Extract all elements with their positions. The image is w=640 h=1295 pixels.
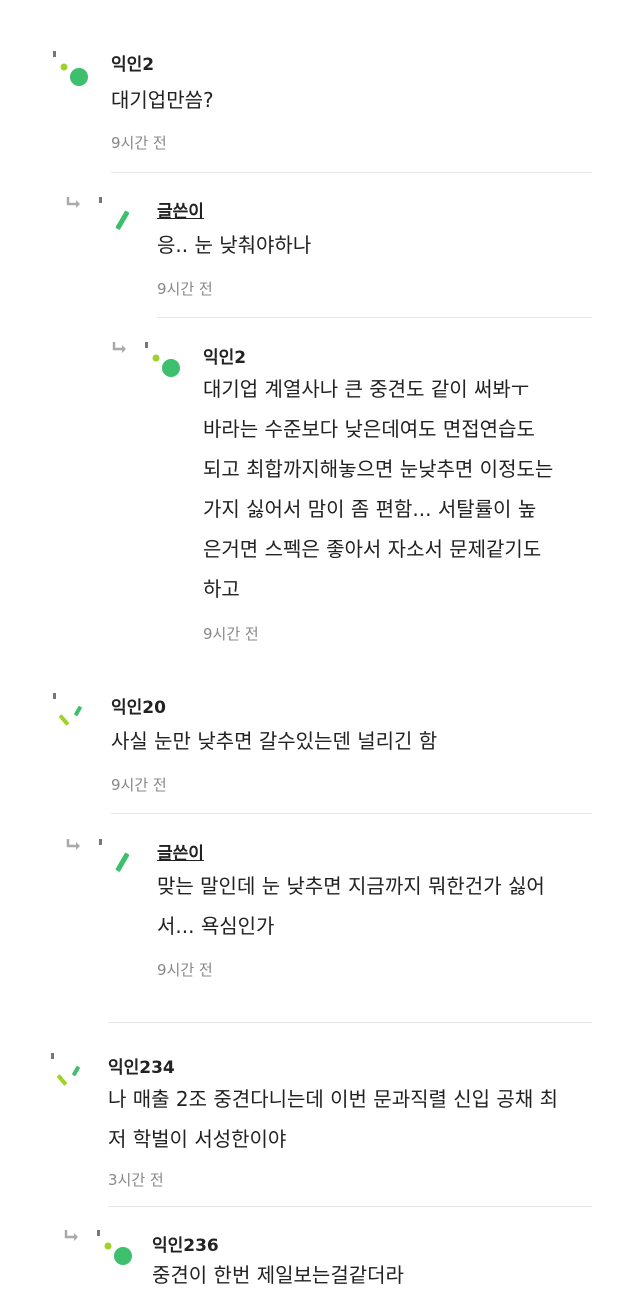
comment-text: 대기업 계열사나 큰 중견도 같이 써봐ㅜ 바라는 수준보다 낮은데여도 면접연…	[203, 369, 553, 609]
comment-text: 맞는 말인데 눈 낮추면 지금까지 뭐한건가 싫어 서... 욕심인가	[157, 866, 545, 946]
comment-line: 바라는 수준보다 낮은데여도 면접연습도	[203, 417, 535, 441]
avatar-stroke-icon[interactable]	[98, 196, 138, 236]
comment-text: 응.. 눈 낮춰야하나	[157, 225, 311, 265]
comment-line: 서... 욕심인가	[157, 914, 275, 938]
comment-line: 대기업 계열사나 큰 중견도 같이 써봐ㅜ	[203, 377, 530, 401]
avatar-double-stroke-icon[interactable]	[52, 692, 92, 732]
comment-line: 은거면 스펙은 좋아서 자소서 문제같기도	[203, 537, 542, 561]
avatar-stroke-icon[interactable]	[98, 838, 138, 878]
comment-line: 응.. 눈 낮춰야하나	[157, 233, 312, 257]
divider	[111, 172, 592, 173]
reply-arrow-icon	[66, 839, 80, 850]
comment-time: 9시간 전	[111, 776, 167, 794]
reply-arrow-icon	[64, 1230, 78, 1241]
divider	[111, 813, 592, 814]
avatar-dot-icon[interactable]	[144, 341, 184, 381]
comment-author[interactable]: 글쓴이	[157, 197, 204, 222]
comment-text: 중견이 한번 제일보는걸같더라	[152, 1255, 404, 1295]
comment-line: 저 학벌이 서성한이야	[108, 1127, 287, 1151]
comment-time: 3시간 전	[108, 1171, 164, 1189]
comment-text: 대기업만씀?	[111, 80, 214, 120]
comment-author[interactable]: 글쓴이	[157, 839, 204, 864]
avatar-dot-icon[interactable]	[96, 1229, 136, 1269]
comment-line: 중견이 한번 제일보는걸같더라	[152, 1263, 404, 1287]
comment-line: 사실 눈만 낮추면 갈수있는덴 널리긴 함	[111, 729, 438, 753]
comment-text: 나 매출 2조 중견다니는데 이번 문과직렬 신입 공채 최 저 학벌이 서성한…	[108, 1079, 558, 1159]
comment-time: 9시간 전	[203, 625, 259, 643]
comment-line: 가지 싫어서 맘이 좀 편함... 서탈률이 높	[203, 497, 537, 521]
avatar-double-stroke-icon[interactable]	[50, 1052, 90, 1092]
comment-time: 9시간 전	[157, 961, 213, 979]
reply-arrow-icon	[112, 342, 126, 353]
reply-arrow-icon	[66, 197, 80, 208]
divider	[157, 317, 592, 318]
comment-author[interactable]: 익인2	[111, 50, 154, 75]
comment-author[interactable]: 익인236	[152, 1231, 219, 1256]
comment-text: 사실 눈만 낮추면 갈수있는덴 널리긴 함	[111, 721, 437, 761]
avatar-dot-icon[interactable]	[52, 50, 92, 90]
comment-line: 나 매출 2조 중견다니는데 이번 문과직렬 신입 공채 최	[108, 1087, 558, 1111]
comment-author[interactable]: 익인2	[203, 343, 246, 368]
comment-line: 맞는 말인데 눈 낮추면 지금까지 뭐한건가 싫어	[157, 874, 545, 898]
comment-time: 9시간 전	[111, 134, 167, 152]
divider	[108, 1022, 592, 1023]
comment-line: 대기업만씀?	[111, 88, 214, 112]
comment-time: 9시간 전	[157, 280, 213, 298]
comment-line: 하고	[203, 577, 240, 601]
comment-author[interactable]: 익인20	[111, 693, 166, 718]
comment-line: 되고 최합까지해놓으면 눈낮추면 이정도는	[203, 457, 554, 481]
divider	[108, 1206, 592, 1207]
comment-author[interactable]: 익인234	[108, 1053, 175, 1078]
